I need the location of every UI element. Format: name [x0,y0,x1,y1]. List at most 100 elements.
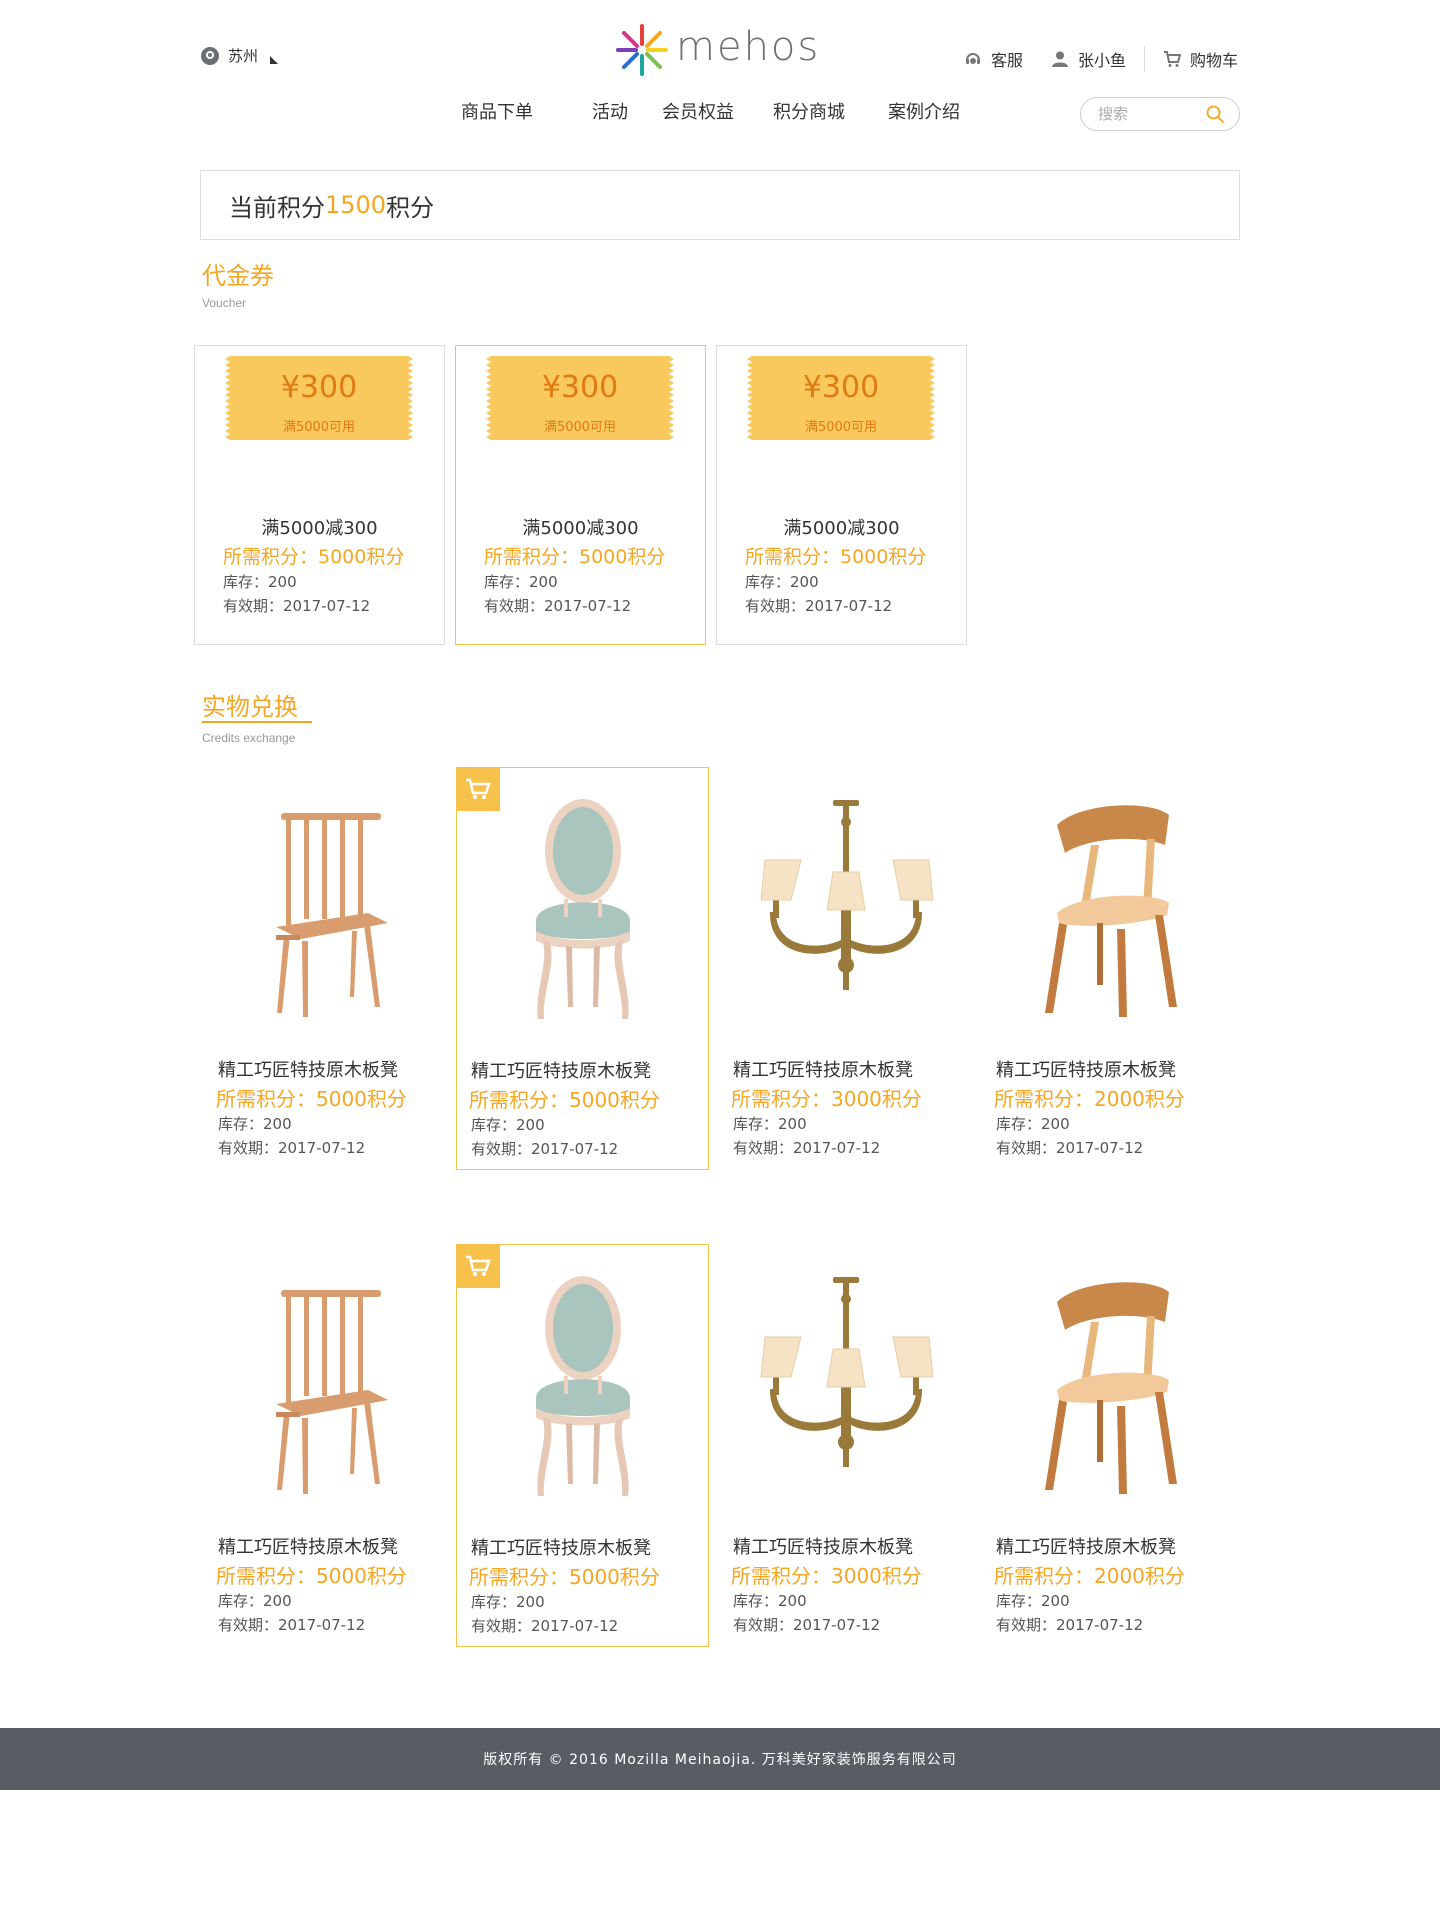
product-stock: 库存：200 [218,1115,292,1133]
logo-text: mehos [676,24,821,70]
voucher-expiry: 有效期：2017-07-12 [223,597,371,615]
voucher-stock: 库存：200 [223,573,297,591]
product-stock: 库存：200 [471,1116,545,1134]
product-image-wood-chair[interactable] [982,767,1235,1042]
product-expiry: 有效期：2017-07-12 [218,1139,366,1157]
product-card[interactable]: 精工巧匠特技原木板凳 所需积分：2000积分库存：200 有效期：2017-07-1… [982,1244,1235,1647]
product-stock: 库存：200 [733,1592,807,1610]
product-name: 精工巧匠特技原木板凳 [471,1061,651,1082]
nav-item-cases[interactable]: 案例介绍 [888,98,960,124]
coupon-amount: ¥300 [802,370,880,405]
product-card[interactable]: 精工巧匠特技原木板凳 所需积分：3000积分库存：200 有效期：2017-07-1… [719,767,972,1170]
coupon-amount: ¥300 [541,370,619,405]
product-image-chandelier[interactable] [719,767,972,1042]
product-points-required: 所需积分：5000积分 [469,1565,660,1589]
voucher-name: 满5000减300 [783,518,900,539]
product-expiry: 有效期：2017-07-12 [471,1617,619,1635]
footer: 版权所有 © 2016 Mozilla Meihaojia. 万科美好家装饰服务… [0,1728,1440,1790]
product-image-chandelier[interactable] [719,1244,972,1519]
brand-logo[interactable]: mehos [614,22,820,78]
product-card[interactable]: 精工巧匠特技原木板凳 所需积分：5000积分库存：200 有效期：2017-07-1… [204,767,457,1170]
product-expiry: 有效期：2017-07-12 [996,1139,1144,1157]
voucher-name: 满5000减300 [261,518,378,539]
product-name: 精工巧匠特技原木板凳 [733,1537,913,1558]
copyright-text: 版权所有 © 2016 Mozilla Meihaojia. 万科美好家装饰服务… [483,1752,957,1768]
nav-item-activities[interactable]: 活动 [592,98,628,124]
product-expiry: 有效期：2017-07-12 [218,1616,366,1634]
points-value: 1500 [325,191,387,219]
product-expiry: 有效期：2017-07-12 [733,1139,881,1157]
nav-item-member-benefits[interactable]: 会员权益 [662,98,734,124]
user-name: 张小鱼 [1077,51,1126,70]
voucher-stock: 库存：200 [745,573,819,591]
location-selector[interactable]: 苏州 [200,45,279,66]
product-stock: 库存：200 [218,1592,292,1610]
voucher-points-required: 所需积分：5000积分 [223,546,405,568]
coupon-condition: 满5000可用 [543,420,617,435]
location-label: 苏州 [228,47,259,65]
voucher-expiry: 有效期：2017-07-12 [484,597,632,615]
voucher-card[interactable]: ¥300 满5000可用满5000减300 所需积分：5000积分库存：200 有效期… [194,345,445,645]
product-stock: 库存：200 [996,1592,1070,1610]
credits-section-header: 实物兑换 Credits exchange [202,695,312,745]
product-card[interactable]: 精工巧匠特技原木板凳 所需积分：5000积分库存：200 有效期：2017-07-1… [204,1244,457,1647]
logo-mark-icon [616,24,668,76]
product-points-required: 所需积分：3000积分 [731,1564,922,1588]
nav-item-points-mall[interactable]: 积分商城 [773,98,845,124]
nav-item-order[interactable]: 商品下单 [461,98,533,124]
caret-icon [270,55,279,64]
voucher-points-required: 所需积分：5000积分 [484,546,666,568]
product-stock: 库存：200 [471,1593,545,1611]
product-points-required: 所需积分：2000积分 [994,1087,1185,1111]
product-card[interactable]: 精工巧匠特技原木板凳 所需积分：5000积分 库存：200 有效期：2017-07-1… [456,767,709,1170]
product-name: 精工巧匠特技原木板凳 [218,1537,398,1558]
product-card[interactable]: 精工巧匠特技原木板凳 所需积分：5000积分库存：200 有效期：2017-07-1… [456,1244,709,1647]
credits-section-title: 实物兑换 [202,695,312,723]
headset-icon [965,53,980,64]
user-toolbar: 客服 张小鱼 购物车 [936,46,1238,72]
voucher-section-subtitle: Voucher [202,296,247,310]
cart-link[interactable]: 购物车 [1163,47,1238,71]
product-expiry: 有效期：2017-07-12 [471,1140,619,1158]
voucher-card[interactable]: ¥300 满5000可用 满5000减300 所需积分：5000积分 库存：200 有效期… [455,345,706,645]
product-image-upholstered-chair[interactable] [457,1245,708,1520]
search-box [1080,97,1240,131]
credits-section-subtitle: Credits exchange [202,731,296,745]
user-icon [1051,51,1068,67]
product-name: 精工巧匠特技原木板凳 [996,1060,1176,1081]
map-pin-icon [201,46,219,65]
product-points-required: 所需积分：5000积分 [216,1564,407,1588]
product-card[interactable]: 精工巧匠特技原木板凳 所需积分：2000积分库存：200 有效期：2017-07-1… [982,767,1235,1170]
product-image-spindle-chair[interactable] [204,767,457,1042]
product-card[interactable]: 精工巧匠特技原木板凳 所需积分：3000积分库存：200 有效期：2017-07-1… [719,1244,972,1647]
coupon-ticket: ¥300 满5000可用 [225,356,413,440]
product-points-required: 所需积分：5000积分 [216,1087,407,1111]
product-name: 精工巧匠特技原木板凳 [996,1537,1176,1558]
points-prefix: 当前积分 [229,193,325,222]
cart-label: 购物车 [1189,51,1238,70]
product-stock: 库存：200 [733,1115,807,1133]
search-icon[interactable] [1205,104,1225,124]
product-stock: 库存：200 [996,1115,1070,1133]
coupon-ticket: ¥300 满5000可用 [747,356,935,440]
product-image-wood-chair[interactable] [982,1244,1235,1519]
voucher-card[interactable]: ¥300 满5000可用满5000减300 所需积分：5000积分库存：200 有效期… [716,345,967,645]
user-account-link[interactable]: 张小鱼 [1051,47,1126,71]
points-suffix: 积分 [386,193,435,222]
voucher-points-required: 所需积分：5000积分 [745,546,927,568]
voucher-stock: 库存：200 [484,573,558,591]
product-expiry: 有效期：2017-07-12 [733,1616,881,1634]
product-image-spindle-chair[interactable] [204,1244,457,1519]
product-name: 精工巧匠特技原木板凳 [218,1060,398,1081]
product-points-required: 所需积分：2000积分 [994,1564,1185,1588]
product-name: 精工巧匠特技原木板凳 [733,1060,913,1081]
search-input[interactable] [1098,105,1205,123]
product-points-required: 所需积分：3000积分 [731,1087,922,1111]
customer-service-link[interactable]: 客服 [964,47,1023,71]
product-image-upholstered-chair[interactable] [457,768,708,1043]
voucher-expiry: 有效期：2017-07-12 [745,597,893,615]
product-expiry: 有效期：2017-07-12 [996,1616,1144,1634]
product-name: 精工巧匠特技原木板凳 [471,1538,651,1559]
coupon-condition: 满5000可用 [804,420,878,435]
current-points-banner: 当前积分 1500 积分 [200,170,1240,240]
